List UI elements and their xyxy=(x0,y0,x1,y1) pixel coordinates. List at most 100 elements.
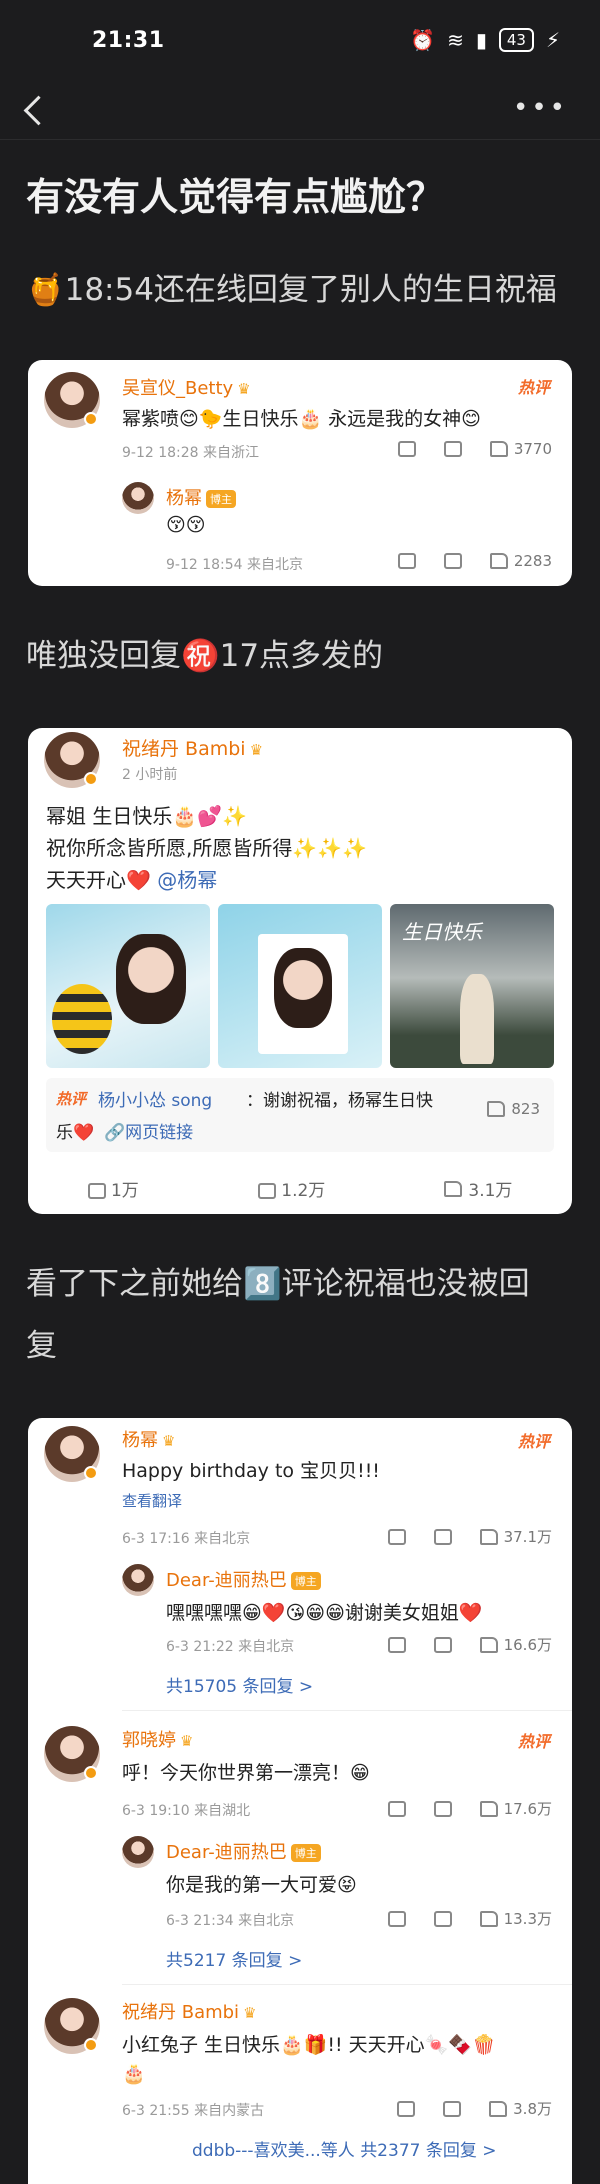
like-button[interactable]: 3.8万 xyxy=(489,2098,552,2119)
comment-text: 小红兔子 生日快乐🎂🎁!! 天天开心🍬🍫🍿 xyxy=(122,2034,496,2056)
comment-text: 呼！今天你世界第一漂亮！😁 xyxy=(122,1762,370,1784)
view-replies-link[interactable]: 共5217 条回复 > xyxy=(166,1946,302,1971)
post-photo-3[interactable]: 生日快乐 xyxy=(390,904,554,1068)
comments-button[interactable]: 1.2万 xyxy=(257,1176,325,1201)
thumbs-up-icon xyxy=(479,1636,498,1653)
verified-icon xyxy=(84,412,98,426)
thumbs-up-icon xyxy=(479,1528,498,1545)
hot-comment-tag: 热评 xyxy=(517,378,550,397)
post-photo-1[interactable] xyxy=(46,904,210,1068)
comment-username[interactable]: 祝绪丹 Bambi ♛ xyxy=(122,1998,257,2024)
nav-bar: ••• xyxy=(0,80,600,140)
back-button[interactable] xyxy=(22,92,48,128)
charging-icon: ⚡ xyxy=(545,28,560,52)
web-link[interactable]: 🔗网页链接 xyxy=(104,1118,193,1143)
comment-meta: 9-12 18:28 来自浙江 xyxy=(122,445,260,461)
thumbs-up-icon xyxy=(489,2100,508,2117)
hot-comment-like[interactable]: 823 xyxy=(487,1100,540,1118)
share-icon[interactable] xyxy=(387,1636,406,1653)
share-icon[interactable] xyxy=(397,441,416,457)
status-icons: ⏰ ≋ ▮ 43 ⚡ xyxy=(410,28,560,52)
battery-indicator: 43 xyxy=(498,28,534,52)
comment-icon[interactable] xyxy=(433,1800,452,1817)
comment-icon[interactable] xyxy=(443,441,462,457)
more-options-button[interactable]: ••• xyxy=(513,95,568,121)
thumbs-up-icon xyxy=(489,441,508,457)
share-icon[interactable] xyxy=(387,1528,406,1545)
comment-text: 幂紫喷😊🐤生日快乐🎂 永远是我的女神😊 xyxy=(122,408,481,430)
comment-icon[interactable] xyxy=(443,2100,462,2117)
hot-comment-box[interactable]: 热评 杨小小怂 song ：谢谢祝福，杨幂生日快 乐❤️ 🔗网页链接 823 xyxy=(46,1078,554,1152)
comment-icon[interactable] xyxy=(443,553,462,569)
repost-icon xyxy=(87,1183,106,1199)
reply-username[interactable]: 杨幂 博主 xyxy=(166,484,236,510)
share-icon[interactable] xyxy=(397,553,416,569)
post-title: 有没有人觉得有点尴尬？ xyxy=(26,175,445,219)
comment-icon[interactable] xyxy=(433,1528,452,1545)
reply-avatar xyxy=(122,1836,154,1868)
repost-button[interactable]: 1万 xyxy=(87,1176,139,1201)
crown-icon: ♛ xyxy=(237,380,251,398)
blogger-badge: 博主 xyxy=(206,490,236,508)
reply-text: 嘿嘿嘿嘿😁❤️😘😁😁谢谢美女姐姐❤️ xyxy=(166,1602,483,1624)
comment-actions: 3770 xyxy=(397,440,552,458)
thumbs-up-icon xyxy=(487,1101,506,1117)
comment-username[interactable]: 杨幂 ♛ xyxy=(122,1426,175,1452)
comment-username[interactable]: 郭晓婷 ♛ xyxy=(122,1726,193,1752)
hot-comment-label: 热评 xyxy=(56,1090,87,1108)
share-icon[interactable] xyxy=(387,1910,406,1927)
hot-comment-text-1: ：谢谢祝福，杨幂生日快 xyxy=(246,1091,433,1111)
comment-meta: 6-3 17:16 来自北京 xyxy=(122,1531,251,1547)
like-button[interactable]: 17.6万 xyxy=(479,1798,552,1819)
post-paragraph-3-line-1: 看了下之前她给8️⃣评论祝福也没被回 xyxy=(26,1266,530,1302)
portrait-figure xyxy=(274,948,332,1028)
comment-icon[interactable] xyxy=(433,1636,452,1653)
post-paragraph-2: 唯独没回复㊗️17点多发的 xyxy=(26,638,384,674)
signal-icon: ▮ xyxy=(475,28,487,52)
comment-icon xyxy=(257,1183,276,1199)
wifi-icon: ≋ xyxy=(447,28,464,52)
post-time: 2 小时前 xyxy=(122,767,178,783)
like-button[interactable]: 37.1万 xyxy=(479,1526,552,1547)
comment-actions: 3.8万 xyxy=(397,2098,552,2119)
thumbs-up-icon xyxy=(479,1800,498,1817)
post-paragraph-1: 🍯18:54还在线回复了别人的生日祝福 xyxy=(26,272,557,308)
likes-button[interactable]: 3.1万 xyxy=(444,1176,512,1201)
post-line-2: 祝你所念皆所愿,所愿皆所得✨✨✨ xyxy=(46,836,368,860)
hot-comment-tag: 热评 xyxy=(517,1732,550,1751)
portrait-figure xyxy=(116,934,186,1024)
comment-icon[interactable] xyxy=(433,1910,452,1927)
post-photo-2[interactable] xyxy=(218,904,382,1068)
verified-icon xyxy=(84,772,98,786)
blogger-badge: 博主 xyxy=(290,1572,321,1590)
status-time: 21:31 xyxy=(92,27,165,53)
reply-username[interactable]: Dear-迪丽热巴 博主 xyxy=(166,1838,321,1864)
like-button[interactable]: 2283 xyxy=(489,552,552,570)
mention-link[interactable]: @杨幂 xyxy=(157,868,217,892)
like-button[interactable]: 13.3万 xyxy=(479,1908,552,1929)
reply-username[interactable]: Dear-迪丽热巴 博主 xyxy=(166,1566,321,1592)
crown-icon: ♛ xyxy=(180,1732,194,1750)
like-button[interactable]: 16.6万 xyxy=(479,1634,552,1655)
share-icon[interactable] xyxy=(397,2100,416,2117)
hot-comment-user[interactable]: 杨小小怂 song xyxy=(98,1086,212,1111)
post-username[interactable]: 祝绪丹 Bambi ♛ xyxy=(122,734,263,761)
comment-actions: 17.6万 xyxy=(387,1798,552,1819)
comment-meta: 6-3 19:10 来自湖北 xyxy=(122,1803,251,1819)
dress-figure xyxy=(460,974,494,1064)
share-icon[interactable] xyxy=(387,1800,406,1817)
divider xyxy=(122,1984,572,1985)
crown-icon: ♛ xyxy=(162,1432,176,1450)
reply-actions: 13.3万 xyxy=(387,1908,552,1929)
post-line-1: 幂姐 生日快乐🎂💕✨ xyxy=(46,804,248,828)
translate-link[interactable]: 查看翻译 xyxy=(122,1490,182,1511)
like-button[interactable]: 3770 xyxy=(489,440,552,458)
post-line-3: 天天开心❤️ @杨幂 xyxy=(46,868,218,892)
reply-actions: 2283 xyxy=(397,552,552,570)
view-replies-link[interactable]: ddbb---喜欢美...等人 共2377 条回复 > xyxy=(192,2136,497,2161)
comment-text-line-2: 🎂 xyxy=(122,2063,146,2085)
thumbs-up-icon xyxy=(489,553,508,569)
comment-username[interactable]: 吴宣仪_Betty ♛ xyxy=(122,374,251,400)
view-replies-link[interactable]: 共15705 条回复 > xyxy=(166,1672,313,1697)
thumbs-up-icon xyxy=(479,1910,498,1927)
